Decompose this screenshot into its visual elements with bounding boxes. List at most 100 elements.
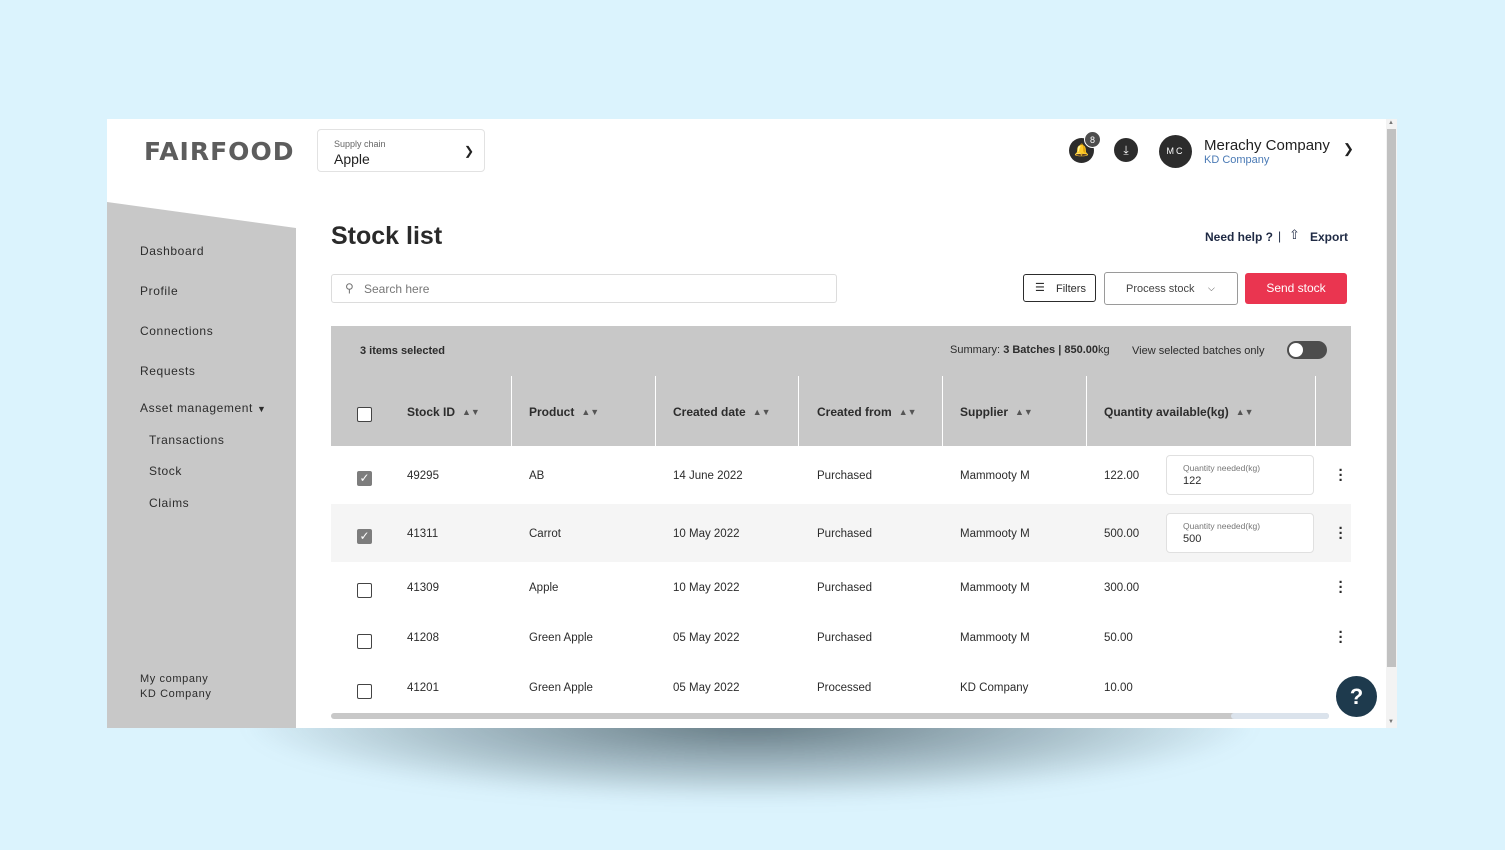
column-label: Product bbox=[529, 405, 575, 419]
horizontal-scrollbar-track[interactable] bbox=[1231, 713, 1329, 719]
cell-quantity: 500.00 bbox=[1104, 528, 1140, 540]
sort-icon[interactable]: ▲▼ bbox=[1236, 407, 1254, 417]
quantity-needed-value: 122 bbox=[1183, 475, 1202, 487]
help-icon[interactable]: ? bbox=[1336, 676, 1377, 717]
row-checkbox[interactable] bbox=[357, 684, 372, 699]
summary-batches: 3 Batches | 850.00 bbox=[1003, 344, 1098, 356]
page-title: Stock list bbox=[331, 222, 443, 250]
scroll-down-icon[interactable]: ▼ bbox=[1388, 719, 1394, 725]
table-row[interactable]: 41201 Green Apple 05 May 2022 Processed … bbox=[331, 664, 1351, 713]
search-input[interactable] bbox=[364, 280, 814, 298]
supply-chain-select[interactable]: Supply chain Apple ❯ bbox=[317, 129, 485, 172]
sidebar-item-claims[interactable]: Claims bbox=[149, 496, 189, 510]
column-header-quantity[interactable]: Quantity available(kg) ▲▼ bbox=[1104, 405, 1254, 419]
column-header-created-date[interactable]: Created date ▲▼ bbox=[673, 405, 771, 419]
cell-stock-id: 41201 bbox=[407, 682, 439, 694]
summary-text: Summary: 3 Batches | 850.00kg bbox=[950, 344, 1110, 356]
download-icon[interactable]: ⤓ bbox=[1114, 138, 1138, 162]
column-label: Supplier bbox=[960, 405, 1009, 419]
cell-stock-id: 41311 bbox=[407, 528, 439, 540]
column-divider bbox=[1315, 376, 1316, 446]
user-name[interactable]: Merachy Company bbox=[1204, 137, 1330, 154]
sidebar-item-transactions[interactable]: Transactions bbox=[149, 433, 224, 447]
sidebar-item-stock[interactable]: Stock bbox=[149, 464, 182, 478]
process-stock-label: Process stock bbox=[1126, 283, 1195, 295]
export-icon[interactable]: ⇧ bbox=[1289, 227, 1300, 243]
row-checkbox[interactable] bbox=[357, 583, 372, 598]
sidebar-item-dashboard[interactable]: Dashboard bbox=[140, 244, 204, 258]
quantity-needed-field[interactable]: Quantity needed(kg) 122 bbox=[1166, 455, 1314, 495]
sidebar-item-requests[interactable]: Requests bbox=[140, 364, 196, 378]
filter-icon: ☰ bbox=[1035, 282, 1045, 294]
sidebar-item-profile[interactable]: Profile bbox=[140, 284, 178, 298]
cell-created-from: Purchased bbox=[817, 528, 872, 540]
sort-icon[interactable]: ▲▼ bbox=[581, 407, 599, 417]
separator: | bbox=[1278, 229, 1282, 243]
quantity-needed-value: 500 bbox=[1183, 533, 1202, 545]
sidebar-item-asset-management[interactable]: Asset management ▼ bbox=[140, 401, 267, 415]
cell-product: Green Apple bbox=[529, 632, 593, 644]
cell-product: Apple bbox=[529, 582, 559, 594]
summary-unit: kg bbox=[1098, 344, 1110, 356]
cell-created-from: Processed bbox=[817, 682, 872, 694]
cell-created-date: 10 May 2022 bbox=[673, 582, 740, 594]
table-row[interactable]: ✓ 49295 AB 14 June 2022 Purchased Mammoo… bbox=[331, 446, 1351, 504]
stock-table: Stock ID ▲▼ Product ▲▼ Created date ▲▼ Crea… bbox=[331, 376, 1351, 719]
table-row[interactable]: ✓ 41311 Carrot 10 May 2022 Purchased Mam… bbox=[331, 504, 1351, 562]
search-box[interactable]: ⚲ bbox=[331, 274, 837, 303]
sort-icon[interactable]: ▲▼ bbox=[1015, 407, 1033, 417]
cell-stock-id: 41208 bbox=[407, 632, 439, 644]
table-row[interactable]: 41208 Green Apple 05 May 2022 Purchased … bbox=[331, 613, 1351, 664]
row-checkbox[interactable] bbox=[357, 634, 372, 649]
quantity-needed-label: Quantity needed(kg) bbox=[1183, 521, 1261, 531]
sort-icon[interactable]: ▲▼ bbox=[899, 407, 917, 417]
column-header-product[interactable]: Product ▲▼ bbox=[529, 405, 599, 419]
column-divider bbox=[655, 376, 656, 446]
quantity-needed-field[interactable]: Quantity needed(kg) 500 bbox=[1166, 513, 1314, 553]
chevron-down-icon[interactable]: ❯ bbox=[1343, 141, 1354, 157]
avatar[interactable]: MC bbox=[1159, 135, 1192, 168]
column-divider bbox=[1086, 376, 1087, 446]
column-header-supplier[interactable]: Supplier ▲▼ bbox=[960, 405, 1033, 419]
need-help-link[interactable]: Need help ? bbox=[1205, 230, 1273, 244]
cell-product: Carrot bbox=[529, 528, 561, 540]
cell-supplier: Mammooty M bbox=[960, 470, 1030, 482]
my-company[interactable]: My company KD Company bbox=[140, 672, 211, 702]
table-row[interactable]: 41309 Apple 10 May 2022 Purchased Mammoo… bbox=[331, 562, 1351, 613]
send-stock-button[interactable]: Send stock bbox=[1245, 273, 1347, 304]
row-checkbox[interactable]: ✓ bbox=[357, 529, 372, 544]
select-all-checkbox[interactable] bbox=[357, 407, 372, 422]
kebab-menu-icon[interactable]: · · · bbox=[1338, 575, 1344, 600]
my-company-label: My company bbox=[140, 673, 209, 685]
kebab-menu-icon[interactable]: · · · bbox=[1338, 625, 1344, 650]
column-label: Stock ID bbox=[407, 405, 456, 419]
kebab-menu-icon[interactable]: · · · bbox=[1338, 463, 1344, 488]
cell-supplier: Mammooty M bbox=[960, 582, 1030, 594]
column-header-stock-id[interactable]: Stock ID ▲▼ bbox=[407, 405, 480, 419]
chevron-down-icon: ❯ bbox=[463, 144, 474, 158]
kebab-menu-icon[interactable]: · · · bbox=[1338, 521, 1344, 546]
process-stock-button[interactable]: Process stock ⌵ bbox=[1104, 272, 1238, 305]
column-header-created-from[interactable]: Created from ▲▼ bbox=[817, 405, 917, 419]
row-checkbox[interactable]: ✓ bbox=[357, 471, 372, 486]
fairfood-logo[interactable]: FAIRFOOD bbox=[144, 137, 294, 166]
sort-icon[interactable]: ▲▼ bbox=[753, 407, 771, 417]
sidebar-item-connections[interactable]: Connections bbox=[140, 324, 213, 338]
vertical-scrollbar-thumb[interactable] bbox=[1387, 129, 1396, 667]
my-company-name: KD Company bbox=[140, 688, 212, 700]
supply-chain-label: Supply chain bbox=[334, 139, 386, 149]
column-label: Created date bbox=[673, 405, 746, 419]
chevron-down-icon: ⌵ bbox=[1208, 283, 1215, 293]
column-label: Created from bbox=[817, 405, 892, 419]
toggle-knob bbox=[1289, 343, 1303, 357]
cell-supplier: Mammooty M bbox=[960, 632, 1030, 644]
sort-icon[interactable]: ▲▼ bbox=[462, 407, 480, 417]
view-selected-toggle[interactable] bbox=[1287, 341, 1327, 359]
filters-button[interactable]: ☰ Filters bbox=[1023, 274, 1096, 302]
cell-created-from: Purchased bbox=[817, 582, 872, 594]
horizontal-scrollbar[interactable] bbox=[331, 713, 1329, 719]
cell-quantity: 10.00 bbox=[1104, 682, 1133, 694]
summary-prefix: Summary: bbox=[950, 344, 1004, 356]
export-link[interactable]: Export bbox=[1310, 230, 1348, 244]
scroll-up-icon[interactable]: ▲ bbox=[1388, 120, 1394, 126]
